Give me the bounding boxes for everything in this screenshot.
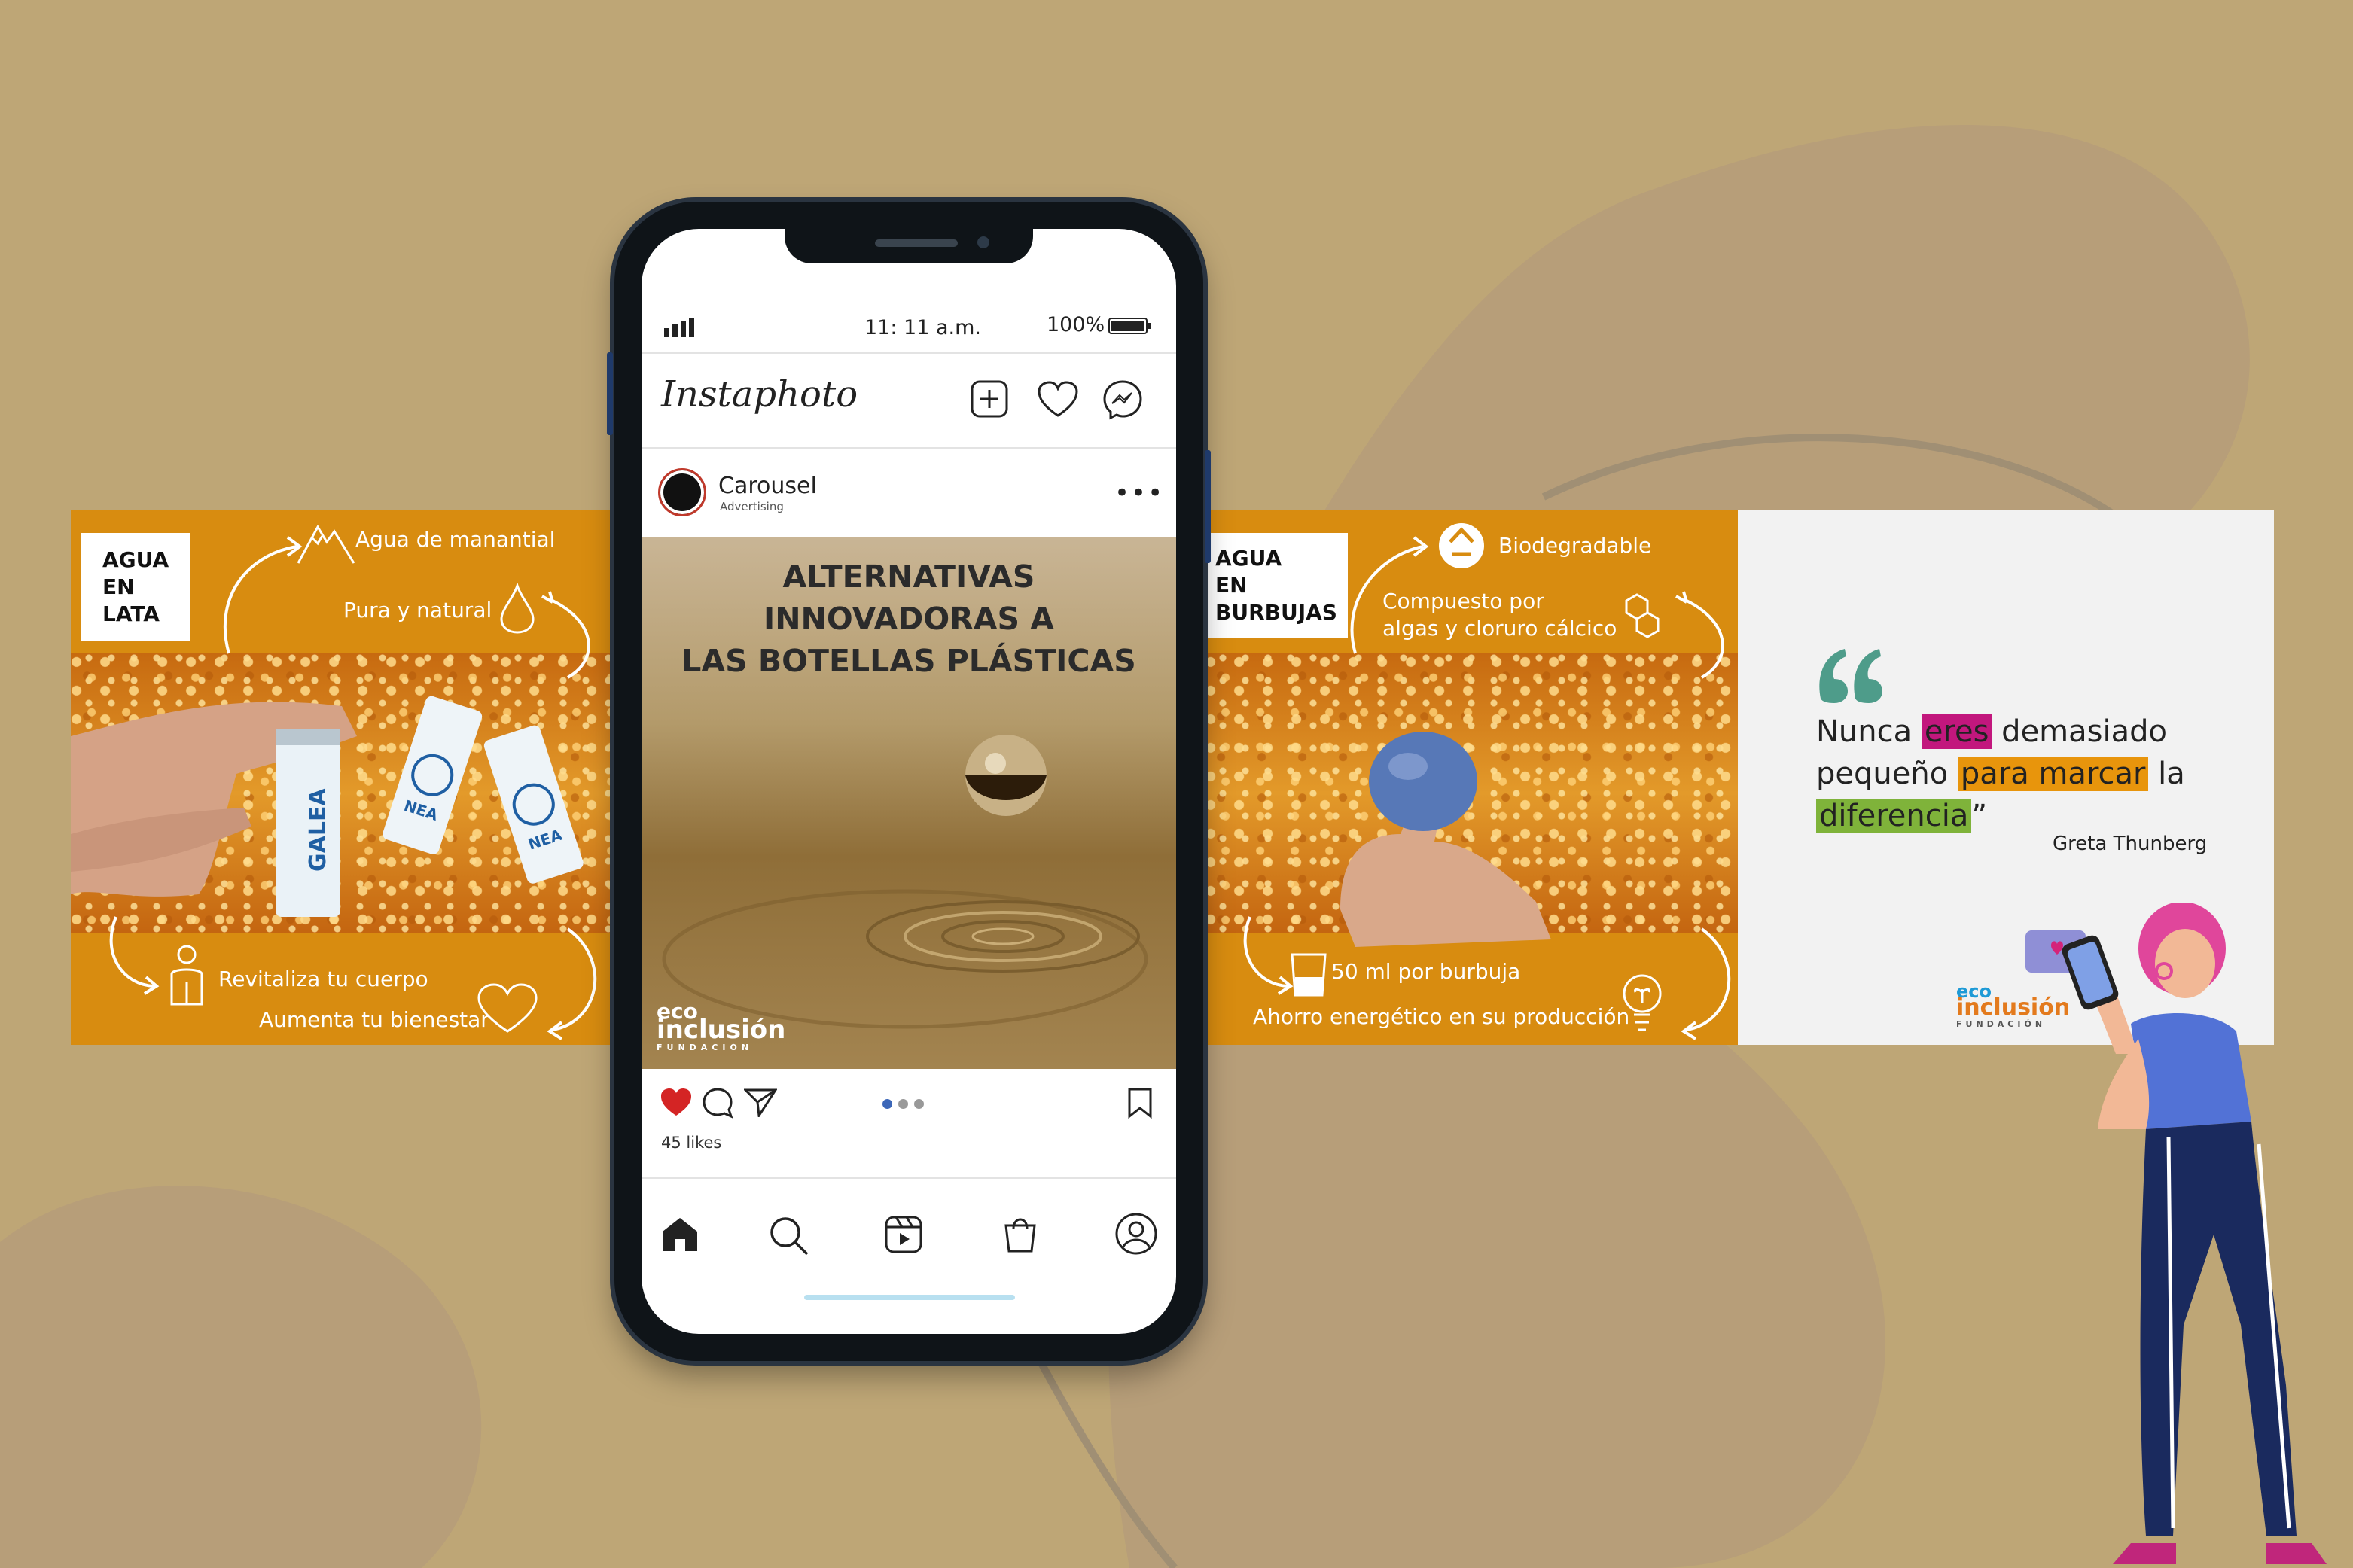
- comment-icon[interactable]: [702, 1087, 733, 1119]
- eco-inclusion-logo: eco inclusión FUNDACIÓN: [657, 1001, 786, 1057]
- item-aumenta-tu-bienestar: Aumenta tu bienestar: [259, 1007, 489, 1032]
- item-revitaliza-tu-cuerpo: Revitaliza tu cuerpo: [218, 967, 428, 991]
- status-time: 11: 11 a.m.: [864, 316, 981, 339]
- messenger-icon[interactable]: [1102, 379, 1143, 420]
- headline-line: ALTERNATIVAS: [782, 559, 1035, 595]
- heart-icon[interactable]: [1038, 381, 1078, 419]
- quote-part: pequeño: [1816, 757, 1958, 791]
- phone-mockup: 11: 11 a.m. 100% Instaphoto Carousel Adv…: [607, 202, 1211, 1361]
- side-button: [607, 352, 613, 435]
- add-post-icon[interactable]: [970, 379, 1009, 419]
- phone-screen: 11: 11 a.m. 100% Instaphoto Carousel Adv…: [642, 229, 1176, 1334]
- item-agua-de-manantial: Agua de manantial: [355, 527, 556, 552]
- heart-outline-icon: [477, 983, 538, 1033]
- home-icon[interactable]: [660, 1215, 700, 1254]
- highlight-diferencia: diferencia: [1816, 799, 1972, 833]
- quote-part: Nunca: [1816, 714, 1922, 749]
- headline-line: INNOVADORAS A: [763, 601, 1055, 637]
- cans-illustration: GALEA NEA NEA: [71, 696, 584, 917]
- item-compuesto-por: Compuesto por: [1382, 589, 1544, 613]
- quote-mark-icon: [1819, 649, 1882, 703]
- item-ahorro-energetico: Ahorro energético en su producción: [1253, 1004, 1630, 1029]
- logo-inclusion: inclusión: [657, 1015, 786, 1045]
- highlight-para-marcar: para marcar: [1957, 757, 2149, 791]
- reels-icon[interactable]: [884, 1215, 923, 1254]
- hand-holding-bubble-illustration: [1340, 732, 1551, 947]
- post-account-name[interactable]: Carousel: [718, 473, 817, 499]
- measuring-cup-icon: [1291, 953, 1327, 997]
- more-icon[interactable]: •••: [1114, 480, 1164, 506]
- bookmark-icon[interactable]: [1126, 1087, 1154, 1119]
- person-icon: [170, 945, 203, 1006]
- likes-count: 45 likes: [661, 1134, 722, 1152]
- status-battery-percent: 100%: [1047, 313, 1105, 336]
- can-label: GALEA: [305, 788, 331, 872]
- water-drop-icon: [500, 583, 535, 634]
- post-avatar[interactable]: [658, 468, 706, 516]
- battery-icon: [1108, 318, 1151, 334]
- share-icon[interactable]: [744, 1087, 777, 1117]
- carousel-dot-active: [882, 1099, 892, 1109]
- search-icon[interactable]: [768, 1215, 810, 1257]
- item-pura-y-natural: Pura y natural: [343, 598, 492, 623]
- signal-icon: [664, 318, 694, 337]
- quote-text: Nunca eres demasiado pequeño para marcar…: [1816, 711, 2238, 837]
- quote-part: demasiado: [1992, 714, 2167, 749]
- quote-author: Greta Thunberg: [2053, 833, 2208, 855]
- highlight-eres: eres: [1921, 714, 1992, 749]
- home-indicator: [804, 1295, 1015, 1300]
- quote-part: la: [2148, 757, 2185, 791]
- phone-notch: [785, 229, 1033, 263]
- profile-icon[interactable]: [1114, 1212, 1158, 1256]
- carousel-dot: [914, 1099, 924, 1109]
- like-icon[interactable]: [660, 1087, 693, 1117]
- mountain-icon: [297, 524, 355, 564]
- recycle-icon: [1439, 523, 1484, 568]
- app-logo: Instaphoto: [661, 373, 858, 416]
- item-50-ml-por-burbuja: 50 ml por burbuja: [1331, 959, 1521, 984]
- post-headline: ALTERNATIVAS INNOVADORAS A LAS BOTELLAS …: [642, 556, 1176, 682]
- item-algas-cloruro: algas y cloruro cálcico: [1382, 616, 1617, 641]
- quote-part: ”: [1971, 799, 1988, 833]
- carousel-dots: [882, 1098, 924, 1112]
- headline-line: LAS BOTELLAS PLÁSTICAS: [681, 643, 1136, 679]
- post-image[interactable]: ALTERNATIVAS INNOVADORAS A LAS BOTELLAS …: [642, 537, 1176, 1069]
- item-biodegradable: Biodegradable: [1498, 533, 1652, 558]
- molecule-icon: [1625, 593, 1660, 638]
- side-button: [1205, 450, 1211, 563]
- lightbulb-icon: [1623, 974, 1662, 1031]
- post-account-subtitle: Advertising: [720, 500, 784, 513]
- left-panel-agua-en-lata: AGUA EN LATA Agua de manantial Pura y na…: [71, 510, 610, 1045]
- carousel-dot: [898, 1099, 908, 1109]
- shop-icon[interactable]: [1001, 1213, 1039, 1254]
- right-panel-agua-en-burbujas: AGUA EN BURBUJAS Biodegradable Compuesto…: [1205, 510, 1738, 1045]
- woman-with-phone-illustration: [2025, 903, 2327, 1564]
